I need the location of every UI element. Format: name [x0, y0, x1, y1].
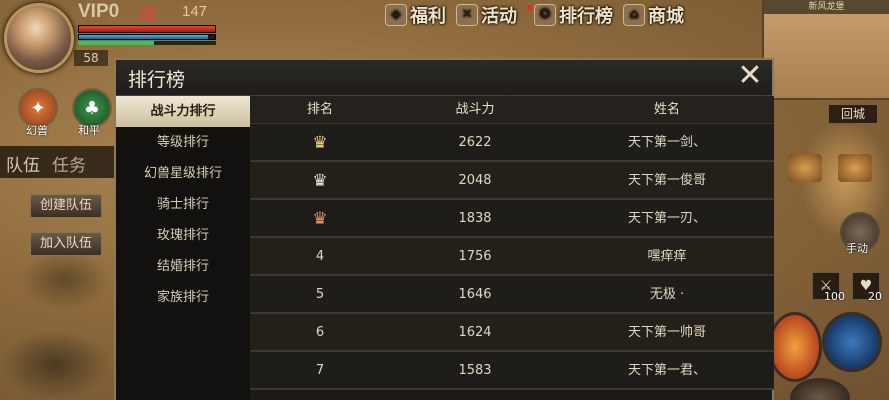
combat-power-value: 147	[182, 3, 208, 20]
tab-team[interactable]: 队伍	[0, 146, 46, 178]
fire-skill-button[interactable]	[768, 312, 822, 382]
table-row[interactable]: 5 1646 无极 ·	[250, 276, 774, 314]
column-header-power: 战斗力	[455, 102, 495, 117]
minimap-title: 新风龙堡	[764, 0, 889, 14]
silver-crown-icon: ♛	[312, 171, 328, 191]
name-cell: 天下第一俊哥	[627, 173, 706, 188]
rank-cell: 5	[315, 287, 325, 302]
pet-icon: ✦	[30, 97, 46, 119]
name-cell: 天下第一剑、	[627, 135, 706, 150]
events-label: 活动	[481, 6, 517, 27]
power-cell: 2622	[458, 135, 492, 150]
gold-crown-icon: ♛	[312, 133, 328, 153]
table-row[interactable]: 7 1583 天下第一君、	[250, 352, 774, 390]
welfare-menu-item[interactable]: ◈ 福利	[385, 2, 446, 28]
create-team-button[interactable]: 创建队伍	[30, 194, 102, 218]
close-button[interactable]: ✕	[736, 61, 764, 91]
rank-cell: 7	[315, 363, 325, 378]
table-row[interactable]: ♛ 2622 天下第一剑、	[250, 124, 774, 162]
column-header-name: 姓名	[653, 102, 680, 117]
hp-bar	[78, 25, 216, 33]
hp-bar-fill	[79, 26, 215, 32]
return-to-city-button[interactable]: 回城	[828, 104, 878, 124]
category-combat-power[interactable]: 战斗力排行	[116, 96, 250, 127]
category-list: 战斗力排行 等级排行 幻兽星级排行 骑士排行 玫瑰排行 结婚排行 家族排行	[116, 96, 250, 400]
notification-dot	[527, 5, 533, 11]
ranking-menu-item[interactable]: ✪ 排行榜	[527, 2, 613, 28]
power-cell: 2048	[458, 173, 492, 188]
peace-mode-label: 和平	[78, 124, 100, 137]
leaderboard-panel: 排行榜 ✕ 战斗力排行 等级排行 幻兽星级排行 骑士排行 玫瑰排行 结婚排行 家…	[114, 58, 774, 400]
ranking-table: 排名 战斗力 姓名 ♛ 2622 天下第一剑、 ♛ 2048 天下第一俊哥 ♛ …	[250, 96, 774, 400]
event-chest-icon[interactable]	[788, 154, 822, 182]
item-count: 100	[824, 290, 845, 303]
table-row[interactable]: 6 1624 天下第一帅哥	[250, 314, 774, 352]
welfare-label: 福利	[410, 6, 446, 27]
background-terrain	[0, 330, 110, 400]
top-menu: ◈ 福利 ✕ 活动 ✪ 排行榜 ⌂ 商城	[385, 2, 684, 28]
name-cell: 无极 ·	[649, 287, 685, 302]
exp-bar	[78, 41, 216, 45]
table-row[interactable]: ♛ 2048 天下第一俊哥	[250, 162, 774, 200]
bronze-crown-icon: ♛	[312, 209, 328, 229]
category-family[interactable]: 家族排行	[116, 282, 250, 313]
rank-cell: 6	[315, 325, 325, 340]
item-count: 20	[868, 290, 882, 303]
category-rose[interactable]: 玫瑰排行	[116, 220, 250, 251]
pet-label: 幻兽	[26, 124, 48, 137]
power-cell: 1756	[458, 249, 492, 264]
power-cell: 1646	[458, 287, 492, 302]
shop-icon: ⌂	[623, 4, 645, 26]
table-row[interactable]: 4 1756 嘿痒痒	[250, 238, 774, 276]
name-cell: 天下第一帅哥	[627, 325, 706, 340]
power-cell: 1838	[458, 211, 492, 226]
manual-mode-label: 手动	[846, 242, 868, 255]
exp-bar-fill	[78, 41, 154, 45]
swords-icon: ✕	[456, 4, 478, 26]
table-row[interactable]: ♛ 1838 天下第一刃、	[250, 200, 774, 238]
name-cell: 天下第一刃、	[627, 211, 706, 226]
player-level: 58	[74, 50, 108, 66]
power-cell: 1583	[458, 363, 492, 378]
category-level[interactable]: 等级排行	[116, 127, 250, 158]
events-menu-item[interactable]: ✕ 活动	[456, 2, 517, 28]
rank-cell: ♛	[250, 200, 390, 236]
vip-label[interactable]: VIP0	[78, 1, 119, 23]
rank-cell: ♛	[250, 162, 390, 198]
panel-title: 排行榜	[128, 69, 186, 91]
combat-power-icon: 战	[140, 4, 156, 22]
event-chest-icon[interactable]	[838, 154, 872, 182]
side-tabs: 队伍 任务	[0, 146, 120, 178]
join-team-button[interactable]: 加入队伍	[30, 232, 102, 256]
name-cell: 嘿痒痒	[647, 249, 687, 264]
minimap[interactable]: 新风龙堡	[762, 0, 889, 100]
shop-label: 商城	[648, 6, 684, 27]
ranking-label: 排行榜	[559, 6, 613, 27]
rank-cell: ♛	[250, 124, 390, 160]
ranking-icon: ✪	[534, 4, 556, 26]
mp-bar	[78, 34, 216, 40]
table-header: 排名 战斗力 姓名	[250, 96, 774, 124]
ice-skill-button[interactable]	[822, 312, 882, 372]
background-terrain	[20, 250, 110, 310]
player-avatar[interactable]	[4, 3, 74, 73]
category-pet-stars[interactable]: 幻兽星级排行	[116, 158, 250, 189]
mp-bar-fill	[79, 35, 209, 39]
rank-cell: 4	[315, 249, 325, 264]
column-header-rank: 排名	[306, 102, 333, 117]
power-cell: 1624	[458, 325, 492, 340]
category-knight[interactable]: 骑士排行	[116, 189, 250, 220]
tab-quest[interactable]: 任务	[46, 146, 92, 178]
close-icon: ✕	[737, 58, 763, 93]
category-marriage[interactable]: 结婚排行	[116, 251, 250, 282]
name-cell: 天下第一君、	[627, 363, 706, 378]
table-body: ♛ 2622 天下第一剑、 ♛ 2048 天下第一俊哥 ♛ 1838 天下第一刃…	[250, 124, 774, 390]
panel-header: 排行榜 ✕	[116, 60, 772, 96]
peace-icon: ♣	[83, 97, 101, 119]
gift-icon: ◈	[385, 4, 407, 26]
shop-menu-item[interactable]: ⌂ 商城	[623, 2, 684, 28]
